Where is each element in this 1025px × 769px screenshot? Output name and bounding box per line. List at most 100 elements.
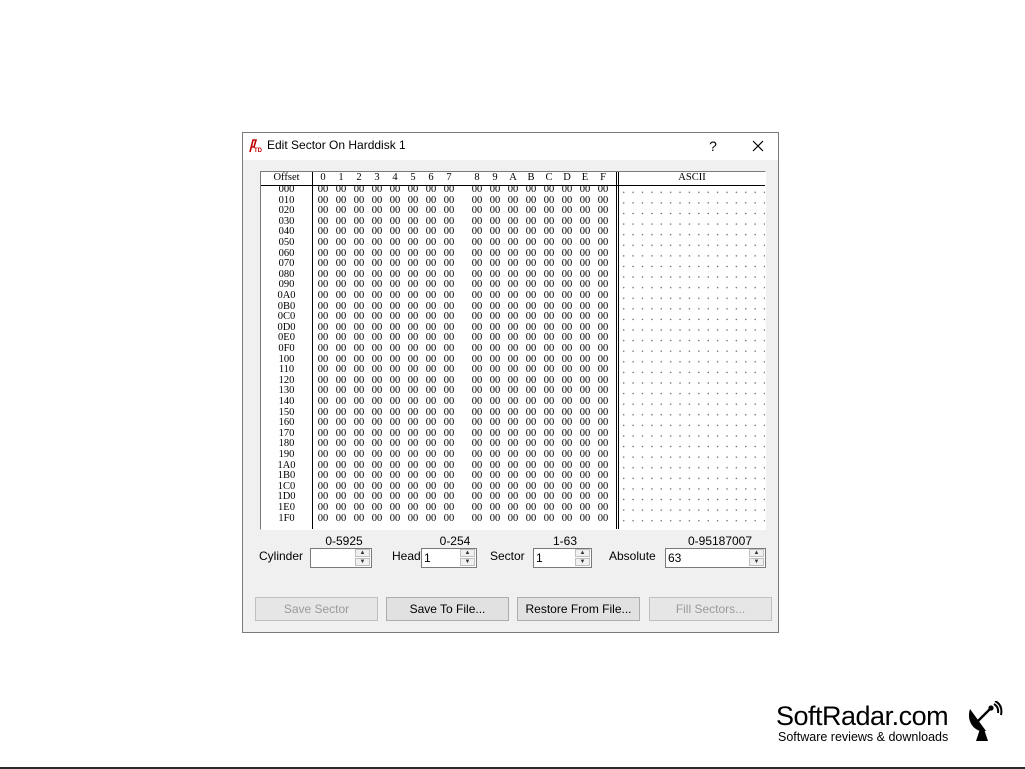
hex-sector-grid[interactable]: Offset ASCII 0 1 2 3 4 5 6 7 8 9 A B C D E F 000 00 00 00 00…	[260, 171, 766, 530]
hex-byte-cell[interactable]: 00	[350, 513, 368, 525]
hex-byte-cell[interactable]: 00	[504, 513, 522, 525]
hex-byte-cell[interactable]: 00	[386, 513, 404, 525]
hex-byte-cell[interactable]: 00	[404, 184, 422, 196]
hex-byte-cell[interactable]: 00	[368, 449, 386, 461]
absolute-down-arrow-icon[interactable]: ▼	[749, 558, 764, 566]
absolute-spinner[interactable]: ▲ ▼	[665, 548, 766, 568]
hex-byte-cell[interactable]: 00	[440, 184, 458, 196]
ascii-column[interactable]	[619, 186, 765, 528]
hex-byte-cell[interactable]: 00	[350, 290, 368, 302]
hex-byte-cell[interactable]: 00	[422, 237, 440, 249]
hex-byte-cell[interactable]: 00	[504, 343, 522, 355]
hex-byte-cell[interactable]: 00	[594, 343, 612, 355]
hex-byte-cell[interactable]: 00	[314, 290, 332, 302]
hex-byte-cell[interactable]: 00	[522, 449, 540, 461]
hex-byte-cell[interactable]: 00	[540, 237, 558, 249]
hex-byte-cell[interactable]: 00	[576, 343, 594, 355]
sector-spinner[interactable]: ▲ ▼	[533, 548, 592, 568]
hex-byte-cell[interactable]: 00	[332, 513, 350, 525]
fill-sectors-button[interactable]: Fill Sectors...	[649, 597, 772, 621]
absolute-input[interactable]	[668, 550, 747, 566]
head-down-arrow-icon[interactable]: ▼	[460, 558, 475, 566]
hex-byte-cell[interactable]: 00	[558, 237, 576, 249]
hex-byte-cell[interactable]: 00	[404, 396, 422, 408]
hex-byte-cell[interactable]: 00	[594, 513, 612, 525]
hex-byte-cell[interactable]: 00	[404, 343, 422, 355]
hex-byte-cell[interactable]: 00	[440, 290, 458, 302]
hex-byte-cell[interactable]: 00	[368, 237, 386, 249]
hex-byte-cell[interactable]: 00	[404, 513, 422, 525]
hex-byte-cell[interactable]: 00	[440, 513, 458, 525]
hex-byte-cell[interactable]: 00	[540, 184, 558, 196]
hex-byte-cell[interactable]: 00	[576, 502, 594, 514]
cylinder-down-arrow-icon[interactable]: ▼	[355, 558, 370, 566]
hex-byte-cell[interactable]: 00	[422, 290, 440, 302]
hex-byte-cell[interactable]: 00	[350, 396, 368, 408]
hex-byte-cell[interactable]: 00	[504, 502, 522, 514]
hex-byte-cell[interactable]: 00	[504, 290, 522, 302]
hex-byte-cell[interactable]: 00	[468, 237, 486, 249]
hex-byte-cell[interactable]: 00	[314, 237, 332, 249]
hex-byte-cell[interactable]: 00	[422, 502, 440, 514]
hex-byte-cell[interactable]: 00	[558, 184, 576, 196]
hex-byte-cell[interactable]: 00	[422, 513, 440, 525]
save-to-file-button[interactable]: Save To File...	[386, 597, 509, 621]
hex-byte-cell[interactable]: 00	[486, 184, 504, 196]
hex-byte-cell[interactable]: 00	[558, 513, 576, 525]
hex-byte-cell[interactable]: 00	[404, 290, 422, 302]
hex-byte-cell[interactable]: 00	[504, 184, 522, 196]
hex-byte-cell[interactable]: 00	[350, 237, 368, 249]
hex-byte-cell[interactable]: 00	[350, 343, 368, 355]
help-button[interactable]: ?	[700, 134, 726, 158]
hex-byte-cell[interactable]: 00	[368, 184, 386, 196]
hex-byte-cell[interactable]: 00	[576, 290, 594, 302]
title-bar[interactable]: TD Edit Sector On Harddisk 1 ?	[243, 133, 778, 160]
hex-byte-cell[interactable]: 00	[404, 502, 422, 514]
hex-byte-cell[interactable]: 00	[368, 513, 386, 525]
hex-byte-cell[interactable]: 00	[468, 396, 486, 408]
hex-byte-cell[interactable]: 00	[540, 502, 558, 514]
hex-byte-cell[interactable]: 00	[558, 502, 576, 514]
sector-down-arrow-icon[interactable]: ▼	[575, 558, 590, 566]
hex-byte-cell[interactable]: 00	[540, 343, 558, 355]
hex-byte-cell[interactable]: 00	[368, 343, 386, 355]
hex-byte-cell[interactable]: 00	[332, 184, 350, 196]
hex-byte-cell[interactable]: 00	[350, 449, 368, 461]
hex-byte-cell[interactable]: 00	[576, 449, 594, 461]
hex-byte-cell[interactable]: 00	[594, 184, 612, 196]
hex-byte-cell[interactable]: 00	[486, 343, 504, 355]
hex-byte-cell[interactable]: 00	[594, 237, 612, 249]
hex-byte-cell[interactable]: 00	[594, 396, 612, 408]
hex-byte-cell[interactable]: 00	[386, 184, 404, 196]
close-button[interactable]	[743, 134, 773, 158]
hex-byte-cell[interactable]: 00	[576, 513, 594, 525]
hex-byte-cell[interactable]: 00	[522, 184, 540, 196]
hex-byte-cell[interactable]: 00	[314, 513, 332, 525]
hex-byte-cell[interactable]: 00	[386, 343, 404, 355]
hex-byte-cell[interactable]: 00	[386, 502, 404, 514]
hex-byte-cell[interactable]: 00	[332, 396, 350, 408]
hex-byte-cell[interactable]: 00	[386, 237, 404, 249]
hex-byte-cell[interactable]: 00	[468, 290, 486, 302]
hex-byte-cell[interactable]: 00	[504, 237, 522, 249]
hex-byte-cell[interactable]: 00	[422, 184, 440, 196]
hex-byte-cell[interactable]: 00	[594, 290, 612, 302]
hex-byte-cell[interactable]: 00	[386, 449, 404, 461]
hex-byte-cell[interactable]: 00	[440, 237, 458, 249]
save-sector-button[interactable]: Save Sector	[255, 597, 378, 621]
hex-byte-cell[interactable]: 00	[540, 513, 558, 525]
absolute-up-arrow-icon[interactable]: ▲	[749, 549, 764, 557]
hex-byte-cell[interactable]: 00	[558, 449, 576, 461]
hex-byte-cell[interactable]: 00	[404, 237, 422, 249]
hex-byte-cell[interactable]: 00	[422, 343, 440, 355]
cylinder-input[interactable]	[313, 550, 322, 566]
hex-byte-cell[interactable]: 00	[558, 396, 576, 408]
hex-byte-cell[interactable]: 00	[368, 502, 386, 514]
hex-byte-cell[interactable]: 00	[558, 290, 576, 302]
hex-byte-cell[interactable]: 00	[522, 237, 540, 249]
cylinder-up-arrow-icon[interactable]: ▲	[355, 549, 370, 557]
hex-byte-cell[interactable]: 00	[422, 449, 440, 461]
hex-byte-cell[interactable]: 00	[404, 449, 422, 461]
hex-byte-cell[interactable]: 00	[332, 237, 350, 249]
hex-byte-cell[interactable]: 00	[386, 290, 404, 302]
